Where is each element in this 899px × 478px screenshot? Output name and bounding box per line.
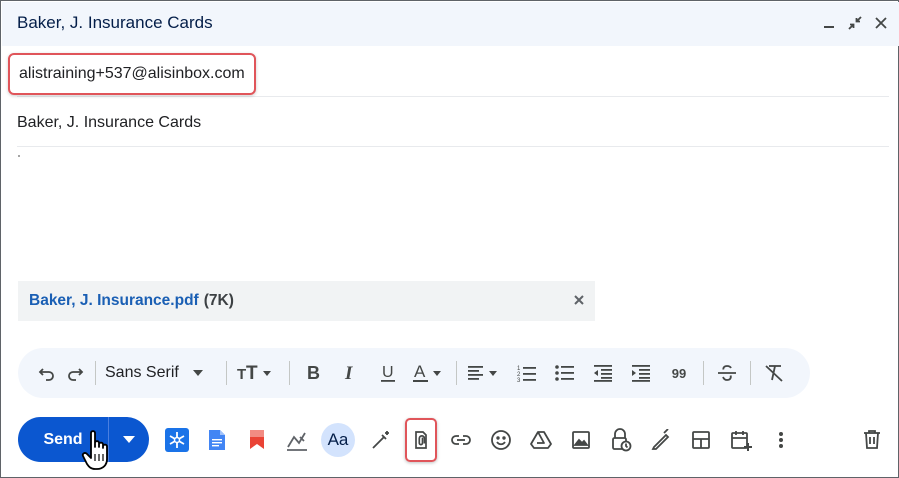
quote-glyph: 99: [671, 365, 687, 381]
window-controls: [819, 12, 891, 34]
svg-text:I: I: [344, 364, 353, 382]
schedule-send-dropdown[interactable]: [109, 417, 149, 462]
redo-icon[interactable]: [60, 348, 90, 398]
svg-text:B: B: [307, 364, 320, 382]
toolbar-divider: [750, 361, 751, 385]
formatting-options-button[interactable]: Aa: [321, 423, 355, 457]
signature-pen-icon[interactable]: [645, 420, 677, 460]
subject-field[interactable]: Baker, J. Insurance Cards: [17, 99, 889, 147]
emoji-icon[interactable]: [485, 420, 517, 460]
minimize-icon[interactable]: [819, 12, 839, 34]
insert-link-icon[interactable]: [445, 420, 477, 460]
insert-photo-icon[interactable]: [565, 420, 597, 460]
toolbar-divider: [226, 361, 227, 385]
recipient-highlight: alistraining+537@alisinbox.com: [8, 53, 256, 95]
hand-pointer-cursor-icon: [81, 429, 115, 473]
toolbar-divider: [703, 361, 704, 385]
window-title: Baker, J. Insurance Cards: [17, 13, 213, 32]
to-field[interactable]: alistraining+537@alisinbox.com: [8, 53, 889, 97]
layouts-icon[interactable]: [685, 420, 717, 460]
schedule-event-icon[interactable]: [725, 420, 757, 460]
attachment-chip[interactable]: Baker, J. Insurance.pdf (7K): [18, 281, 595, 321]
toolbar-divider: [456, 361, 457, 385]
svg-text:3: 3: [517, 378, 521, 382]
indent-more-icon[interactable]: [622, 348, 660, 398]
message-body-caret: [18, 155, 20, 157]
remove-formatting-icon[interactable]: [756, 348, 792, 398]
underline-icon[interactable]: U: [369, 348, 407, 398]
toolbar-divider: [289, 361, 290, 385]
snowflake-app-icon[interactable]: [161, 420, 193, 460]
confidential-mode-icon[interactable]: [605, 420, 637, 460]
numbered-list-icon[interactable]: 123: [508, 348, 546, 398]
compose-window: Baker, J. Insurance Cards alistraining+5…: [0, 0, 899, 478]
exit-fullscreen-icon[interactable]: [845, 12, 865, 34]
discard-draft-icon[interactable]: [860, 426, 884, 452]
italic-icon[interactable]: I: [331, 348, 369, 398]
undo-icon[interactable]: [34, 348, 60, 398]
send-label: Send: [43, 430, 83, 448]
strikethrough-icon[interactable]: [709, 348, 745, 398]
magic-wand-icon[interactable]: [365, 420, 397, 460]
svg-text:T: T: [237, 366, 246, 383]
signature-addon-icon[interactable]: [281, 420, 313, 460]
toolbar-divider: [95, 361, 96, 385]
bold-icon[interactable]: B: [295, 348, 331, 398]
compose-header: Baker, J. Insurance Cards: [2, 2, 899, 46]
more-options-icon[interactable]: [765, 420, 797, 460]
font-family-value: Sans Serif: [105, 364, 179, 381]
font-family-select[interactable]: Sans Serif: [101, 348, 221, 398]
svg-text:T: T: [246, 363, 258, 383]
formatting-toolbar: Sans Serif TT B I U A 123 99: [18, 348, 810, 398]
close-icon[interactable]: [871, 12, 891, 34]
quote-icon[interactable]: 99: [660, 348, 698, 398]
svg-text:A: A: [414, 363, 426, 381]
bulleted-list-icon[interactable]: [546, 348, 584, 398]
docs-icon[interactable]: [201, 420, 233, 460]
text-size-icon[interactable]: TT: [232, 348, 284, 398]
compose-bottom-toolbar: Aa: [161, 418, 805, 462]
attachment-size: (7K): [203, 292, 234, 309]
bookmark-addon-icon[interactable]: [241, 420, 273, 460]
remove-attachment-icon[interactable]: [571, 292, 587, 308]
attach-file-icon[interactable]: [405, 418, 437, 462]
recipient-chip[interactable]: alistraining+537@alisinbox.com: [19, 65, 245, 83]
chevron-down-icon: [192, 370, 203, 376]
subject-value: Baker, J. Insurance Cards: [17, 114, 202, 131]
svg-text:U: U: [382, 364, 394, 381]
formatting-options-label: Aa: [327, 430, 349, 449]
attachment-name[interactable]: Baker, J. Insurance.pdf: [29, 292, 199, 310]
align-icon[interactable]: [462, 348, 508, 398]
drive-icon[interactable]: [525, 420, 557, 460]
chevron-down-icon: [123, 436, 135, 443]
indent-less-icon[interactable]: [584, 348, 622, 398]
text-color-icon[interactable]: A: [407, 348, 451, 398]
